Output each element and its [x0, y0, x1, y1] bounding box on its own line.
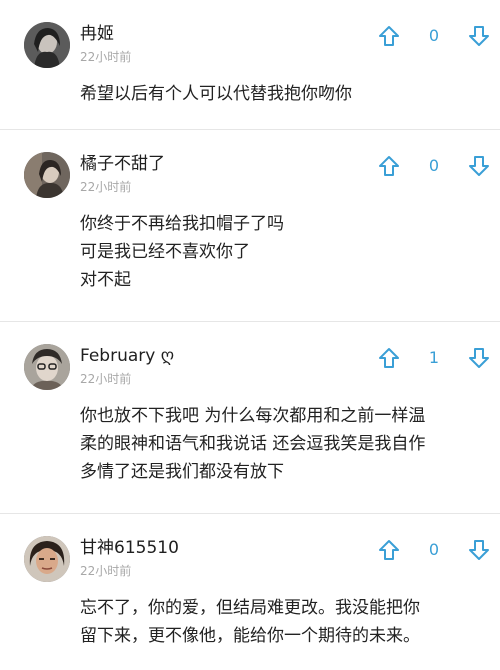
downvote-arrow-icon — [469, 348, 489, 368]
comment-time: 22小时前 — [80, 50, 132, 64]
upvote-button[interactable] — [378, 346, 400, 370]
username[interactable]: February ღ — [80, 346, 174, 366]
comment-text-line: 忘不了，你的爱，但结局难更改。我没能把你 — [80, 598, 420, 618]
username[interactable]: 冉姬 — [80, 24, 114, 44]
avatar[interactable] — [24, 152, 70, 198]
avatar[interactable] — [24, 536, 70, 582]
downvote-button[interactable] — [468, 538, 490, 562]
vote-count: 0 — [428, 540, 440, 559]
vote-count: 1 — [428, 348, 440, 367]
downvote-arrow-icon — [469, 156, 489, 176]
comment-time: 22小时前 — [80, 180, 132, 194]
comment-text: 你也放不下我吧 为什么每次都用和之前一样温 柔的眼神和语气和我说话 还会逗我笑是… — [80, 402, 480, 486]
comment-text: 忘不了，你的爱，但结局难更改。我没能把你 留下来，更不像他，能给你一个期待的未来… — [80, 594, 480, 650]
username[interactable]: 橘子不甜了 — [80, 154, 165, 174]
comment-time: 22小时前 — [80, 564, 132, 578]
upvote-button[interactable] — [378, 154, 400, 178]
comment-text: 你终于不再给我扣帽子了吗 可是我已经不喜欢你了 对不起 — [80, 210, 480, 294]
comment-text-line: 你也放不下我吧 为什么每次都用和之前一样温 — [80, 406, 426, 426]
upvote-arrow-icon — [379, 26, 399, 46]
downvote-arrow-icon — [469, 26, 489, 46]
upvote-button[interactable] — [378, 538, 400, 562]
downvote-button[interactable] — [468, 154, 490, 178]
avatar[interactable] — [24, 344, 70, 390]
downvote-arrow-icon — [469, 540, 489, 560]
comment-text-line: 希望以后有个人可以代替我抱你吻你 — [80, 84, 352, 104]
upvote-arrow-icon — [379, 156, 399, 176]
upvote-arrow-icon — [379, 540, 399, 560]
comment-text-line: 你终于不再给我扣帽子了吗 — [80, 214, 284, 234]
comment-text-line: 对不起 — [80, 270, 131, 290]
upvote-arrow-icon — [379, 348, 399, 368]
comment-time: 22小时前 — [80, 372, 132, 386]
comment-text-line: 留下来，更不像他，能给你一个期待的未来。 — [80, 626, 420, 646]
comment-item: 橘子不甜了 22小时前 0 你终于不再给我扣帽子了吗 可是我已经不喜欢你了 对不… — [0, 130, 500, 322]
downvote-button[interactable] — [468, 346, 490, 370]
comment-text-line: 多情了还是我们都没有放下 — [80, 462, 284, 482]
vote-count: 0 — [428, 156, 440, 175]
comment-item: February ღ 22小时前 1 你也放不下我吧 为什么每次都用和之前一样温… — [0, 322, 500, 514]
comment-item: 甘神615510 22小时前 0 忘不了，你的爱，但结局难更改。我没能把你 留下… — [0, 514, 500, 670]
downvote-button[interactable] — [468, 24, 490, 48]
upvote-button[interactable] — [378, 24, 400, 48]
comment-text: 希望以后有个人可以代替我抱你吻你 — [80, 80, 480, 108]
comment-text-line: 可是我已经不喜欢你了 — [80, 242, 250, 262]
comment-text-line: 柔的眼神和语气和我说话 还会逗我笑是我自作 — [80, 434, 426, 454]
username[interactable]: 甘神615510 — [80, 538, 179, 558]
avatar[interactable] — [24, 22, 70, 68]
comment-item: 冉姬 22小时前 0 希望以后有个人可以代替我抱你吻你 — [0, 0, 500, 130]
vote-count: 0 — [428, 26, 440, 45]
